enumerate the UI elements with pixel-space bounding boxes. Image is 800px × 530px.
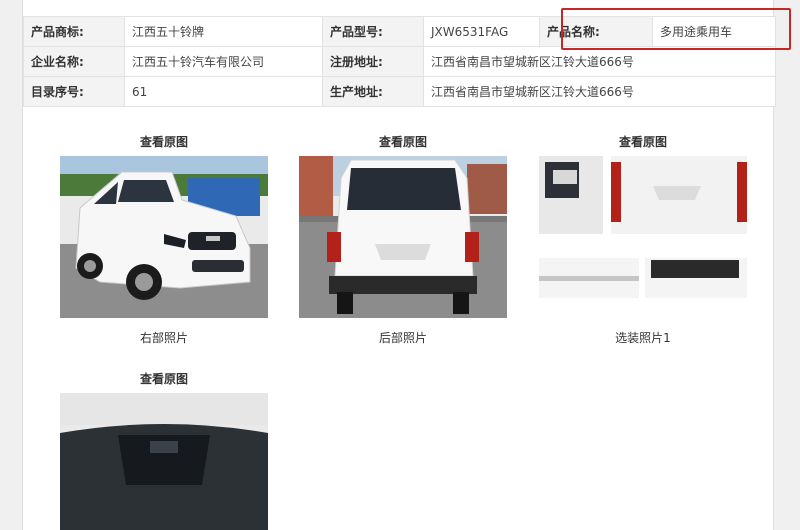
product-info-table: 产品商标: 江西五十铃牌 产品型号: JXW6531FAG 产品名称: 多用途乘… — [23, 16, 776, 107]
gallery-item-front-right: 查看原图 右部照片 — [60, 133, 268, 348]
registered-address-value: 江西省南昌市望城新区江铃大道666号 — [423, 46, 776, 77]
gallery-item-rear: 查看原图 后部照片 — [299, 133, 507, 348]
product-name-value: 多用途乘用车 — [652, 16, 776, 47]
optional-parts-photo[interactable] — [539, 156, 747, 318]
suv-front-right-image — [60, 156, 268, 318]
table-row: 目录序号: 61 生产地址: 江西省南昌市望城新区江铃大道666号 — [23, 76, 776, 107]
company-name-label: 企业名称: — [23, 46, 125, 77]
view-original-link[interactable]: 查看原图 — [299, 133, 507, 151]
photo-caption: 右部照片 — [139, 331, 188, 345]
view-original-link[interactable]: 查看原图 — [60, 133, 268, 151]
gallery-item-optional-1: 查看原图 选装照片1 — [539, 133, 747, 348]
production-address-label: 生产地址: — [322, 76, 424, 107]
catalog-number-value: 61 — [124, 76, 323, 107]
trademark-label: 产品商标: — [23, 16, 125, 47]
view-original-link[interactable]: 查看原图 — [60, 370, 268, 388]
windshield-photo[interactable] — [60, 393, 268, 530]
trademark-value: 江西五十铃牌 — [124, 16, 323, 47]
rear-photo[interactable] — [299, 156, 507, 318]
front-right-photo[interactable] — [60, 156, 268, 318]
photo-caption: 选装照片1 — [615, 331, 671, 345]
photo-caption: 后部照片 — [378, 331, 427, 345]
suv-rear-image — [299, 156, 507, 318]
table-row: 产品商标: 江西五十铃牌 产品型号: JXW6531FAG 产品名称: 多用途乘… — [23, 16, 776, 47]
product-name-label: 产品名称: — [539, 16, 653, 47]
model-label: 产品型号: — [322, 16, 424, 47]
optional-parts-collage-image — [539, 156, 747, 298]
company-name-value: 江西五十铃汽车有限公司 — [124, 46, 323, 77]
gallery-item-windshield: 查看原图 — [60, 370, 268, 530]
catalog-number-label: 目录序号: — [23, 76, 125, 107]
production-address-value: 江西省南昌市望城新区江铃大道666号 — [423, 76, 776, 107]
catalog-sheet: 产品商标: 江西五十铃牌 产品型号: JXW6531FAG 产品名称: 多用途乘… — [22, 0, 791, 530]
registered-address-label: 注册地址: — [322, 46, 424, 77]
model-value: JXW6531FAG — [423, 16, 540, 47]
table-row: 企业名称: 江西五十铃汽车有限公司 注册地址: 江西省南昌市望城新区江铃大道66… — [23, 46, 776, 77]
view-original-link[interactable]: 查看原图 — [539, 133, 747, 151]
windshield-detail-image — [60, 393, 268, 530]
page: 产品商标: 江西五十铃牌 产品型号: JXW6531FAG 产品名称: 多用途乘… — [0, 0, 800, 530]
